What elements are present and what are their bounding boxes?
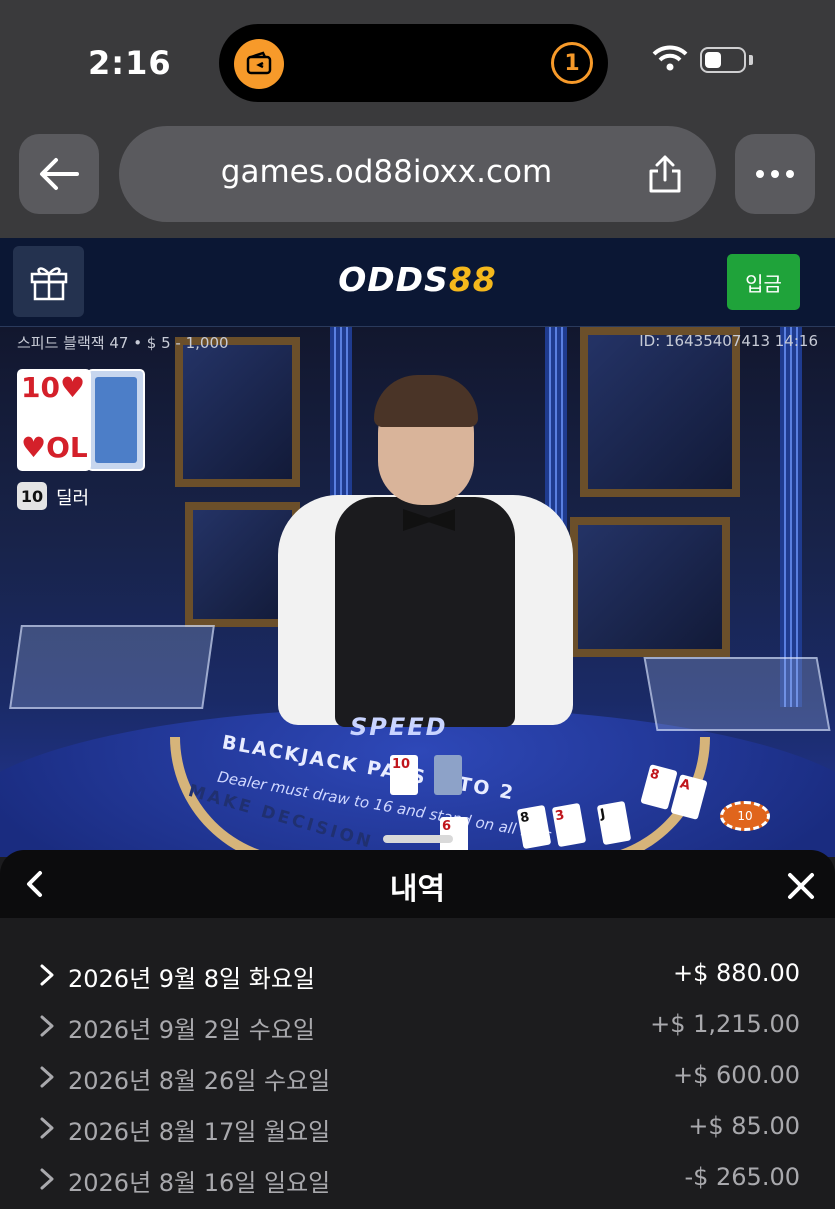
history-date: 2026년 9월 2일 수요일 <box>68 1016 315 1044</box>
felt-card: 10 <box>390 755 418 795</box>
dealer-card: 10♥ ♥OL <box>17 369 91 471</box>
site-logo[interactable]: ODDS88 <box>0 260 835 299</box>
wall-panel <box>175 337 300 487</box>
timer-badge: 1 <box>551 42 593 84</box>
dealer-hair <box>374 375 478 427</box>
battery-tip <box>749 55 753 65</box>
card-back <box>87 369 145 471</box>
wallet-icon <box>234 39 284 89</box>
panel-title: 내역 <box>389 872 446 907</box>
history-date: 2026년 8월 17일 월요일 <box>68 1118 331 1146</box>
ellipsis-icon <box>756 170 794 178</box>
panel-close-button[interactable] <box>785 870 817 902</box>
more-options-button[interactable] <box>735 134 815 214</box>
dealer-hand: 10♥ ♥OL <box>17 369 145 471</box>
history-row[interactable]: 2026년 9월 2일 수요일 +$ 1,215.00 <box>0 1002 835 1052</box>
history-date: 2026년 9월 8일 화요일 <box>68 965 315 993</box>
history-row[interactable]: 2026년 8월 26일 수요일 +$ 600.00 <box>0 1053 835 1103</box>
history-panel-header: 내역 <box>0 850 835 918</box>
history-amount: +$ 880.00 <box>673 959 800 987</box>
browser-toolbar: games.od88ioxx.com <box>0 120 835 238</box>
card-rank-bottom: OL <box>46 431 88 464</box>
history-date: 2026년 8월 16일 일요일 <box>68 1169 331 1197</box>
address-bar[interactable]: games.od88ioxx.com <box>119 126 716 222</box>
history-row[interactable]: 2026년 8월 17일 월요일 +$ 85.00 <box>0 1104 835 1154</box>
share-icon[interactable] <box>646 154 684 198</box>
history-amount: +$ 85.00 <box>688 1112 800 1140</box>
battery-icon <box>700 47 746 73</box>
close-icon <box>788 873 814 899</box>
wall-panel <box>570 517 730 657</box>
betting-chip[interactable]: 10 <box>720 801 770 831</box>
history-amount: +$ 1,215.00 <box>650 1010 800 1038</box>
deposit-button[interactable]: 입금 <box>727 254 800 310</box>
round-id: ID: 16435407413 14:16 <box>639 332 818 350</box>
history-date: 2026년 8월 26일 수요일 <box>68 1067 331 1095</box>
chevron-right-icon <box>40 1117 54 1139</box>
live-game-video: SPEED BLACKJACK PAYS 3 TO 2 Dealer must … <box>0 327 835 857</box>
drag-handle[interactable] <box>383 835 453 843</box>
wall-panel <box>580 327 740 497</box>
history-amount: -$ 265.00 <box>684 1163 800 1191</box>
discard-tray <box>643 657 831 731</box>
chevron-right-icon <box>40 1015 54 1037</box>
history-amount: +$ 600.00 <box>673 1061 800 1089</box>
status-time: 2:16 <box>88 44 172 82</box>
arrow-left-icon <box>40 158 79 190</box>
wifi-icon <box>652 44 688 76</box>
dynamic-island[interactable]: 1 <box>219 24 608 102</box>
status-bar: 2:16 1 <box>0 0 835 120</box>
card-shoe <box>9 625 215 709</box>
logo-text-88: 88 <box>448 260 497 299</box>
history-row[interactable]: 2026년 8월 16일 일요일 -$ 265.00 <box>0 1155 835 1205</box>
dealer-score-badge: 10 <box>17 482 47 510</box>
pillar <box>780 327 802 707</box>
chevron-right-icon <box>40 1066 54 1088</box>
table-info: 스피드 블랙잭 47 • $ 5 - 1,000 <box>17 334 229 352</box>
chevron-right-icon <box>40 1168 54 1190</box>
felt-card <box>434 755 462 795</box>
browser-back-button[interactable] <box>19 134 99 214</box>
history-row[interactable]: 2026년 9월 8일 화요일 +$ 880.00 <box>0 951 835 1001</box>
url-text: games.od88ioxx.com <box>220 154 553 190</box>
dealer-label: 딜러 <box>56 488 90 509</box>
chevron-right-icon <box>40 964 54 986</box>
logo-text-odds: ODDS <box>338 260 449 299</box>
card-rank: 10 <box>21 371 60 404</box>
dealer-vest <box>335 497 515 727</box>
history-list: 2026년 9월 8일 화요일 +$ 880.00 2026년 9월 2일 수요… <box>0 918 835 1209</box>
site-header: ODDS88 입금 <box>0 238 835 327</box>
